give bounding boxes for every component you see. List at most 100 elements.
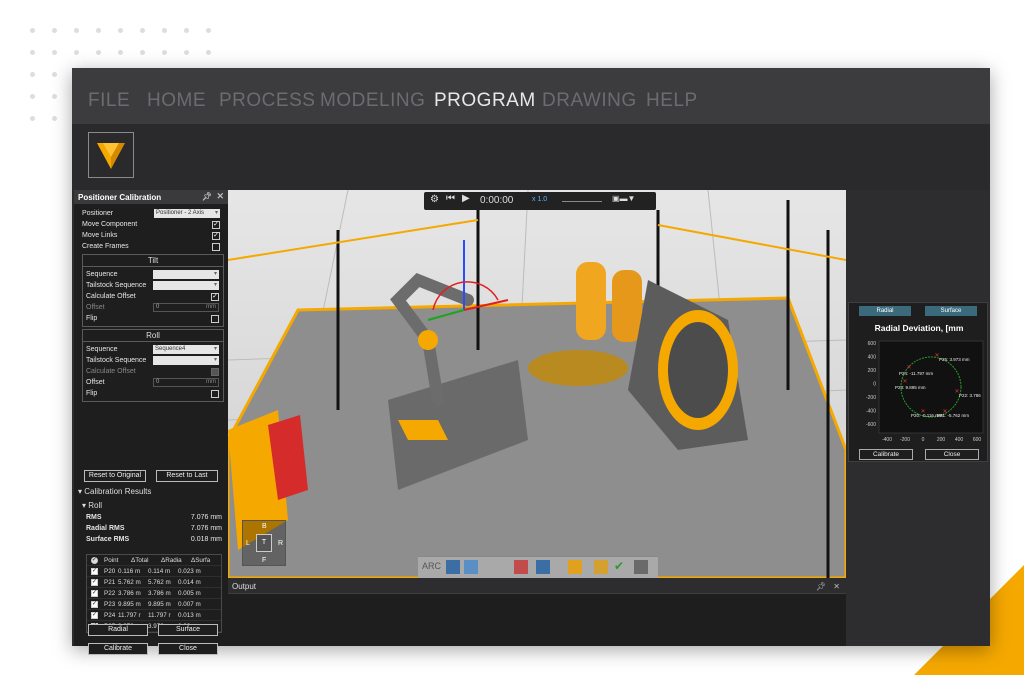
menu-file[interactable]: FILE: [88, 90, 130, 112]
roll-flip-checkbox[interactable]: [211, 390, 219, 398]
reset-last-button[interactable]: Reset to Last: [156, 470, 218, 482]
ribbon: [72, 124, 990, 190]
menu-process[interactable]: PROCESS: [219, 90, 315, 112]
tool-icon-6[interactable]: [594, 560, 608, 574]
tab-radial[interactable]: Radial: [859, 306, 911, 316]
decorative-dot: [74, 50, 79, 55]
positioner-select[interactable]: Positioner - 2 Axis: [154, 209, 220, 218]
roll-offset-input[interactable]: 0 mm: [153, 378, 219, 387]
radial-rms-row: Radial RMS 7.076 mm: [86, 525, 222, 532]
tilt-flip-row: Flip: [83, 313, 223, 324]
output-pin-icon[interactable]: 📌︎: [816, 580, 826, 594]
create-frames-label: Create Frames: [82, 243, 129, 250]
roll-results-header[interactable]: ▾ Roll: [82, 501, 102, 510]
header-point[interactable]: Point: [104, 557, 118, 564]
decorative-dot: [96, 50, 101, 55]
x-tick-label: 200: [937, 437, 946, 443]
row-checkbox[interactable]: ✓: [91, 612, 98, 619]
tool-icon-1[interactable]: [446, 560, 460, 574]
output-close-icon[interactable]: ✕: [833, 580, 840, 594]
app-logo[interactable]: [88, 132, 134, 178]
navigation-cube[interactable]: B L T R F: [242, 520, 286, 566]
cell-surface: 0.005 m: [178, 590, 201, 597]
arc-tool-icon[interactable]: ARC: [422, 561, 441, 571]
radial-deviation-window: Radial Surface Radial Deviation, [mm 600…: [848, 302, 988, 462]
radial-calibrate-button[interactable]: Calibrate: [859, 449, 913, 460]
roll-calc-offset-checkbox[interactable]: [211, 368, 219, 376]
tool-icon-2[interactable]: [464, 560, 478, 574]
create-frames-checkbox[interactable]: [212, 243, 220, 251]
pin-icon[interactable]: 📌︎: [202, 192, 212, 201]
roll-tailstock-select[interactable]: [153, 356, 219, 365]
tilt-tailstock-select[interactable]: [153, 281, 219, 290]
row-checkbox[interactable]: ✓: [91, 590, 98, 597]
play-icon[interactable]: ▶: [462, 193, 470, 204]
row-checkbox[interactable]: ✓: [91, 568, 98, 575]
menu-modeling[interactable]: MODELING: [320, 90, 425, 112]
table-row[interactable]: ✓ P21 5.762 m 5.762 m 0.014 m: [87, 577, 221, 588]
close-icon[interactable]: ✕: [216, 191, 224, 202]
select-all-checkbox[interactable]: ✓: [91, 557, 98, 564]
cell-radial: 3.786 m: [148, 590, 171, 597]
deviation-point-label: P24: -11.797 mm: [899, 371, 933, 376]
menu-bar: FILE HOME PROCESS MODELING PROGRAM DRAWI…: [72, 68, 990, 124]
tool-icon-4[interactable]: [536, 560, 550, 574]
tilt-offset-input[interactable]: 0 mm: [153, 303, 219, 312]
3d-viewport[interactable]: ⚙ ⏮ ▶ 0:00:00 x 1.0 ▣▬▼ B L T R F ARC ✔: [228, 190, 846, 578]
header-total[interactable]: ΔTotal: [131, 557, 149, 564]
table-row[interactable]: ✓ P20 0.116 m 0.114 m 0.023 m: [87, 566, 221, 577]
tilt-calc-offset-checkbox[interactable]: ✓: [211, 293, 219, 301]
camera-icon[interactable]: ▣▬▼: [612, 194, 635, 203]
table-row[interactable]: ✓ P24 11.797 r 11.797 r 0.013 m: [87, 610, 221, 621]
close-button[interactable]: Close: [158, 643, 218, 655]
tilt-sequence-select[interactable]: [153, 270, 219, 279]
menu-drawing[interactable]: DRAWING: [542, 90, 637, 112]
cell-point: P20: [104, 568, 116, 575]
cube-right-label[interactable]: R: [278, 540, 283, 547]
tilt-flip-checkbox[interactable]: [211, 315, 219, 323]
cell-point: P23: [104, 601, 116, 608]
cell-surface: 0.023 m: [178, 568, 201, 575]
tool-icon-7[interactable]: [634, 560, 648, 574]
roll-sequence-select[interactable]: Sequence4: [153, 345, 219, 354]
speed-slider[interactable]: [562, 201, 602, 202]
header-surface[interactable]: ΔSurfa: [191, 557, 210, 564]
move-links-checkbox[interactable]: ✓: [212, 232, 220, 240]
decorative-dot: [52, 94, 57, 99]
move-component-checkbox[interactable]: ✓: [212, 221, 220, 229]
row-checkbox[interactable]: ✓: [91, 601, 98, 608]
radial-chart: 600 400 200 0 -200 -400 -600 -400 -200 0 200 400 600…: [866, 340, 984, 443]
decorative-dot: [140, 28, 145, 33]
menu-program[interactable]: PROGRAM: [434, 90, 536, 112]
roll-flip-row: Flip: [83, 388, 223, 399]
decorative-dot: [52, 50, 57, 55]
check-icon[interactable]: ✔: [614, 559, 624, 573]
rewind-icon[interactable]: ⏮: [446, 193, 455, 204]
cube-bottom-label[interactable]: F: [262, 557, 266, 564]
radial-close-button[interactable]: Close: [925, 449, 979, 460]
decorative-dot: [96, 28, 101, 33]
surface-button[interactable]: Surface: [158, 624, 218, 636]
cell-total: 3.786 m: [118, 590, 141, 597]
header-radial[interactable]: ΔRadia: [161, 557, 182, 564]
tool-icon-3[interactable]: [514, 560, 528, 574]
roll-sequence-label: Sequence: [86, 346, 118, 353]
cube-top-label[interactable]: B: [262, 523, 267, 530]
settings-gear-icon[interactable]: ⚙: [430, 194, 439, 205]
table-row[interactable]: ✓ P22 3.786 m 3.786 m 0.005 m: [87, 588, 221, 599]
tool-icon-5[interactable]: [568, 560, 582, 574]
cube-center-label[interactable]: T: [256, 534, 272, 552]
tab-surface[interactable]: Surface: [925, 306, 977, 316]
menu-help[interactable]: HELP: [646, 90, 698, 112]
row-checkbox[interactable]: ✓: [91, 579, 98, 586]
radial-button[interactable]: Radial: [88, 624, 148, 636]
calibrate-button[interactable]: Calibrate: [88, 643, 148, 655]
reset-original-button[interactable]: Reset to Original: [84, 470, 146, 482]
menu-home[interactable]: HOME: [147, 90, 206, 112]
cube-left-label[interactable]: L: [246, 540, 250, 547]
results-header[interactable]: ▾ Calibration Results: [78, 487, 151, 496]
deviation-point-label: P22: 3.786: [959, 393, 981, 398]
scene-render: [228, 190, 846, 578]
cell-total: 5.762 m: [118, 579, 141, 586]
table-row[interactable]: ✓ P23 9.895 m 9.895 m 0.007 m: [87, 599, 221, 610]
